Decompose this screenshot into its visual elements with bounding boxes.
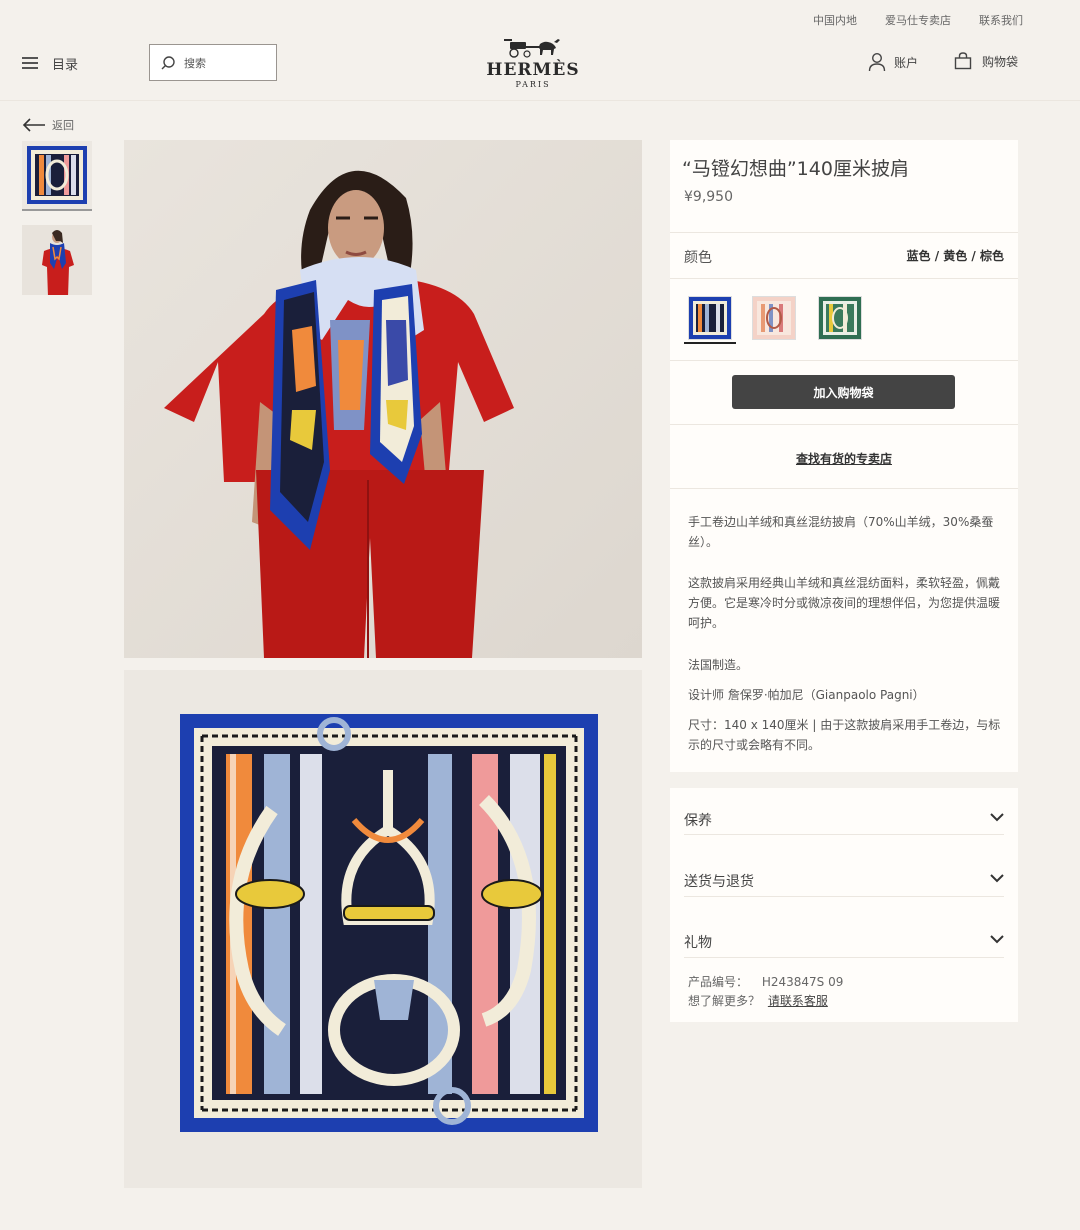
- back-label: 返回: [52, 119, 74, 132]
- divider: [670, 278, 1018, 279]
- utility-links: 中国内地 爱马仕专卖店 联系我们: [813, 12, 1023, 28]
- model-thumbnail-image: [22, 225, 92, 295]
- shopping-bag-icon: [954, 52, 972, 70]
- scarf-photo: [124, 670, 642, 1188]
- swatch-pink-image: [753, 297, 795, 339]
- swatch-blue-image: [689, 297, 731, 339]
- thumbnail-scarf-flat[interactable]: [22, 141, 92, 211]
- top-header: 中国内地 爱马仕专卖店 联系我们 目录 搜索 HERMÈS PARIS 账户 购…: [0, 0, 1080, 101]
- product-title: “马镫幻想曲”140厘米披肩: [682, 158, 909, 180]
- selected-swatch-indicator: [684, 342, 736, 344]
- divider: [670, 360, 1018, 361]
- divider: [684, 834, 1004, 835]
- search-input[interactable]: 搜索: [149, 44, 277, 81]
- search-placeholder: 搜索: [184, 56, 206, 70]
- find-store-link[interactable]: 查找有货的专卖店: [670, 450, 1018, 467]
- accordion-care-label: 保养: [684, 813, 712, 829]
- back-link[interactable]: 返回: [22, 117, 74, 133]
- description-material: 手工卷边山羊绒和真丝混纺披肩（70%山羊绒，30%桑蚕丝）。: [688, 515, 994, 549]
- shopping-bag-button[interactable]: 购物袋: [954, 52, 1018, 70]
- logo-subtitle: PARIS: [515, 80, 551, 89]
- product-photo-scarf[interactable]: [124, 670, 642, 1188]
- hamburger-icon: [22, 57, 38, 70]
- description-detail: 这款披肩采用经典山羊绒和真丝混纺面料，柔软轻盈，佩戴方便。它是寒冷时分或微凉夜间…: [688, 576, 1001, 630]
- divider: [684, 957, 1004, 958]
- description-origin: 法国制造。: [688, 658, 749, 672]
- divider: [670, 424, 1018, 425]
- accordion-gift-label: 礼物: [684, 935, 712, 951]
- description-size: 尺寸：140 x 140厘米 | 由于这款披肩采用手工卷边，与标示的尺寸或会略有…: [688, 718, 1001, 752]
- description-designer: 设计师 詹保罗·帕加尼（Gianpaolo Pagni）: [688, 688, 925, 702]
- product-details-accordion: 保养 送货与退货 礼物 产品编号： H243847S 09 想了解更多？ 请联系…: [670, 788, 1018, 1022]
- contact-service-link[interactable]: 请联系客服: [768, 994, 828, 1008]
- accordion-delivery-returns[interactable]: 送货与退货: [684, 865, 1004, 895]
- menu-label: 目录: [52, 58, 79, 73]
- product-price: ¥9,950: [684, 189, 733, 205]
- user-icon: [868, 52, 886, 72]
- scarf-thumbnail-image: [22, 141, 92, 209]
- model-photo: [124, 140, 642, 658]
- accordion-delivery-label: 送货与退货: [684, 874, 754, 890]
- menu-button[interactable]: 目录: [22, 54, 78, 73]
- region-link[interactable]: 中国内地: [813, 12, 857, 28]
- brand-logo[interactable]: HERMÈS PARIS: [480, 36, 586, 89]
- search-icon: [161, 55, 175, 69]
- product-info-panel: “马镫幻想曲”140厘米披肩 ¥9,950 颜色 蓝色 / 黄色 / 棕色 加入…: [670, 140, 1018, 772]
- shopping-bag-label: 购物袋: [982, 54, 1019, 69]
- color-value: 蓝色 / 黄色 / 棕色: [906, 249, 1004, 263]
- store-locator-link[interactable]: 爱马仕专卖店: [885, 12, 951, 28]
- color-label: 颜色: [684, 250, 712, 266]
- color-swatch-blue[interactable]: [688, 296, 732, 340]
- accordion-care[interactable]: 保养: [684, 804, 1004, 834]
- swatch-green-image: [819, 297, 861, 339]
- product-code: 产品编号： H243847S 09: [688, 973, 843, 990]
- product-code-value: H243847S 09: [761, 975, 844, 989]
- divider: [670, 488, 1018, 489]
- chevron-down-icon: [990, 874, 1004, 883]
- contact-link[interactable]: 联系我们: [979, 12, 1023, 28]
- account-label: 账户: [894, 55, 919, 70]
- product-photo-model[interactable]: [124, 140, 642, 658]
- account-button[interactable]: 账户: [868, 52, 918, 72]
- customer-service-prompt: 想了解更多？ 请联系客服: [688, 992, 828, 1009]
- arrow-left-icon: [22, 118, 45, 132]
- logo-wordmark: HERMÈS: [486, 60, 580, 80]
- chevron-down-icon: [990, 813, 1004, 822]
- more-info-label: 想了解更多？: [688, 994, 761, 1008]
- color-swatch-pink[interactable]: [752, 296, 796, 340]
- chevron-down-icon: [990, 935, 1004, 944]
- thumbnail-model[interactable]: [22, 225, 92, 295]
- accordion-gift[interactable]: 礼物: [684, 926, 1004, 956]
- product-code-label: 产品编号：: [688, 975, 749, 989]
- divider: [684, 896, 1004, 897]
- color-swatch-green[interactable]: [818, 296, 862, 340]
- carriage-logo-icon: [504, 39, 560, 58]
- add-to-bag-button[interactable]: 加入购物袋: [732, 375, 955, 409]
- divider: [670, 232, 1018, 233]
